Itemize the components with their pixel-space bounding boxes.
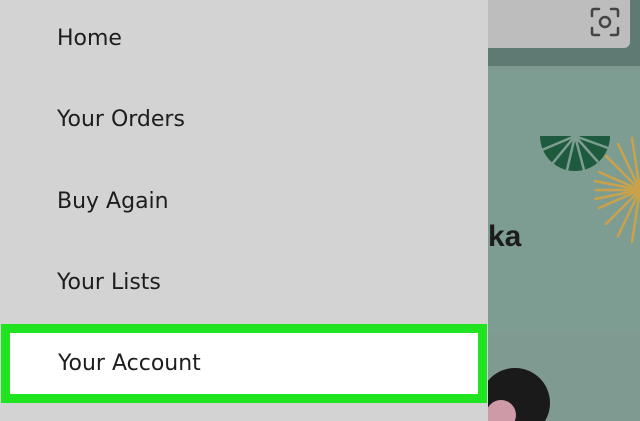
app-screen: ka Home Your Orders Buy Again Your Lists… bbox=[0, 0, 640, 421]
menu-item-buy-again[interactable]: Buy Again bbox=[0, 161, 488, 241]
navigation-drawer: Home Your Orders Buy Again Your Lists Yo… bbox=[0, 0, 488, 421]
menu-item-label: Your Account bbox=[58, 351, 201, 376]
background-heading-text: ka bbox=[488, 220, 522, 253]
camera-scan-icon[interactable] bbox=[589, 6, 621, 38]
menu-item-your-lists[interactable]: Your Lists bbox=[0, 242, 488, 322]
menu-item-label: Your Lists bbox=[57, 269, 161, 295]
sunburst-gold-graphic bbox=[593, 136, 640, 244]
menu-item-your-account[interactable]: Your Account bbox=[1, 324, 487, 403]
menu-item-home[interactable]: Home bbox=[0, 0, 488, 78]
menu-item-label: Your Orders bbox=[57, 106, 185, 132]
menu-item-label: Home bbox=[57, 25, 122, 51]
menu-item-your-orders[interactable]: Your Orders bbox=[0, 79, 488, 159]
menu-item-label: Buy Again bbox=[57, 188, 169, 214]
